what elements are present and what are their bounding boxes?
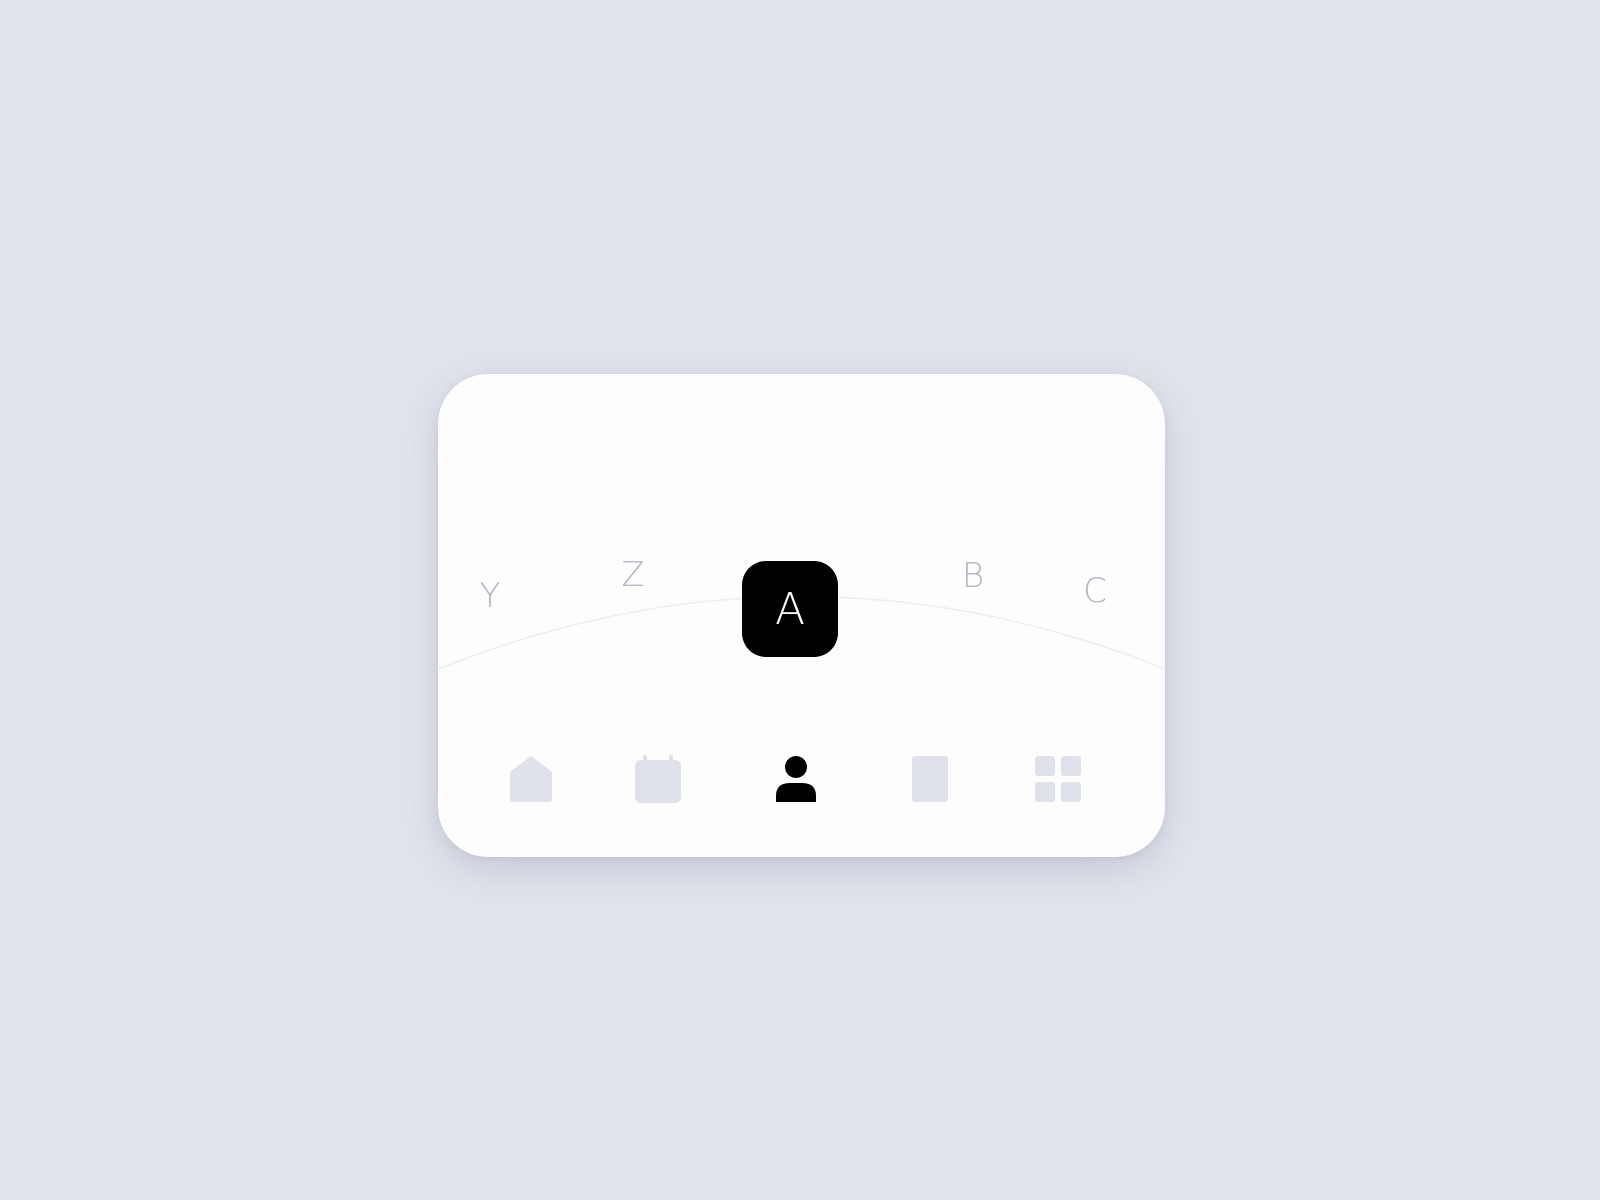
- tab-grid[interactable]: [1034, 755, 1082, 803]
- grid-icon: [1035, 756, 1081, 802]
- tab-book[interactable]: [906, 755, 954, 803]
- selected-letter-label: A: [774, 583, 806, 635]
- home-icon: [510, 756, 552, 802]
- tab-calendar[interactable]: [634, 755, 682, 803]
- tab-profile[interactable]: [772, 755, 820, 803]
- calendar-icon: [635, 755, 681, 803]
- letter-option-b[interactable]: B: [962, 559, 984, 593]
- letter-option-z[interactable]: Z: [621, 558, 644, 592]
- book-icon: [912, 756, 948, 802]
- selected-letter-button[interactable]: A: [742, 561, 838, 657]
- letter-option-y[interactable]: Y: [480, 579, 501, 613]
- letter-option-c[interactable]: C: [1083, 574, 1107, 608]
- tab-home[interactable]: [507, 755, 555, 803]
- profile-icon: [776, 756, 816, 802]
- letter-picker-card: Y Z A B C: [438, 374, 1165, 857]
